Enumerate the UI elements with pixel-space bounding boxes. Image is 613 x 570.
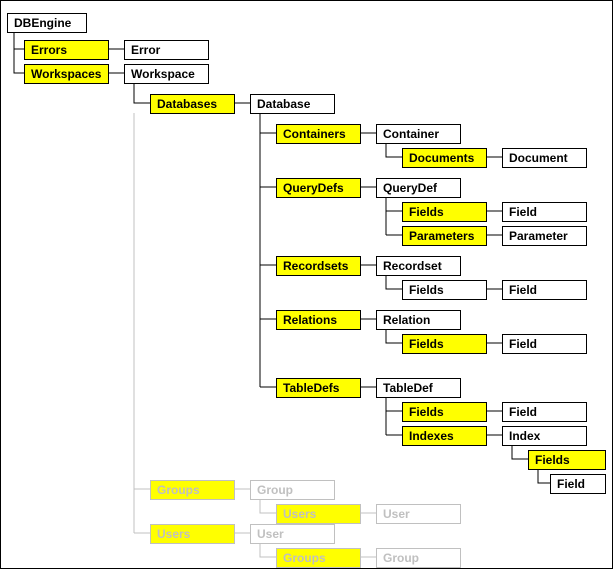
node-fields-recordset: Fields (402, 280, 487, 300)
diagram-canvas: DBEngine Errors Error Workspaces Workspa… (0, 0, 613, 569)
node-database: Database (250, 94, 335, 114)
node-databases: Databases (150, 94, 235, 114)
node-recordset: Recordset (376, 256, 461, 276)
node-tabledef: TableDef (376, 378, 461, 398)
node-field-querydef: Field (502, 202, 587, 222)
node-groups-in-user: Groups (276, 548, 361, 568)
node-field-tabledef: Field (502, 402, 587, 422)
node-error: Error (124, 40, 209, 60)
node-containers: Containers (276, 124, 361, 144)
node-documents: Documents (402, 148, 487, 168)
node-relation: Relation (376, 310, 461, 330)
node-group-in-user: Group (376, 548, 461, 568)
node-fields-relation: Fields (402, 334, 487, 354)
node-user: User (250, 524, 335, 544)
node-workspace: Workspace (124, 64, 209, 84)
node-container: Container (376, 124, 461, 144)
node-group: Group (250, 480, 335, 500)
node-field-index: Field (550, 474, 606, 494)
node-index: Index (502, 426, 587, 446)
node-indexes: Indexes (402, 426, 487, 446)
node-parameter: Parameter (502, 226, 587, 246)
node-dbengine: DBEngine (7, 13, 87, 33)
node-recordsets: Recordsets (276, 256, 361, 276)
node-relations: Relations (276, 310, 361, 330)
node-tabledefs: TableDefs (276, 378, 361, 398)
node-querydef: QueryDef (376, 178, 461, 198)
node-fields-querydef: Fields (402, 202, 487, 222)
node-errors: Errors (24, 40, 109, 60)
node-parameters: Parameters (402, 226, 487, 246)
node-fields-tabledef: Fields (402, 402, 487, 422)
node-users-in-group: Users (276, 504, 361, 524)
node-field-relation: Field (502, 334, 587, 354)
node-document: Document (502, 148, 587, 168)
node-workspaces: Workspaces (24, 64, 109, 84)
node-user-in-group: User (376, 504, 461, 524)
node-users: Users (150, 524, 235, 544)
node-querydefs: QueryDefs (276, 178, 361, 198)
node-groups: Groups (150, 480, 235, 500)
node-fields-index: Fields (528, 450, 606, 470)
node-field-recordset: Field (502, 280, 587, 300)
